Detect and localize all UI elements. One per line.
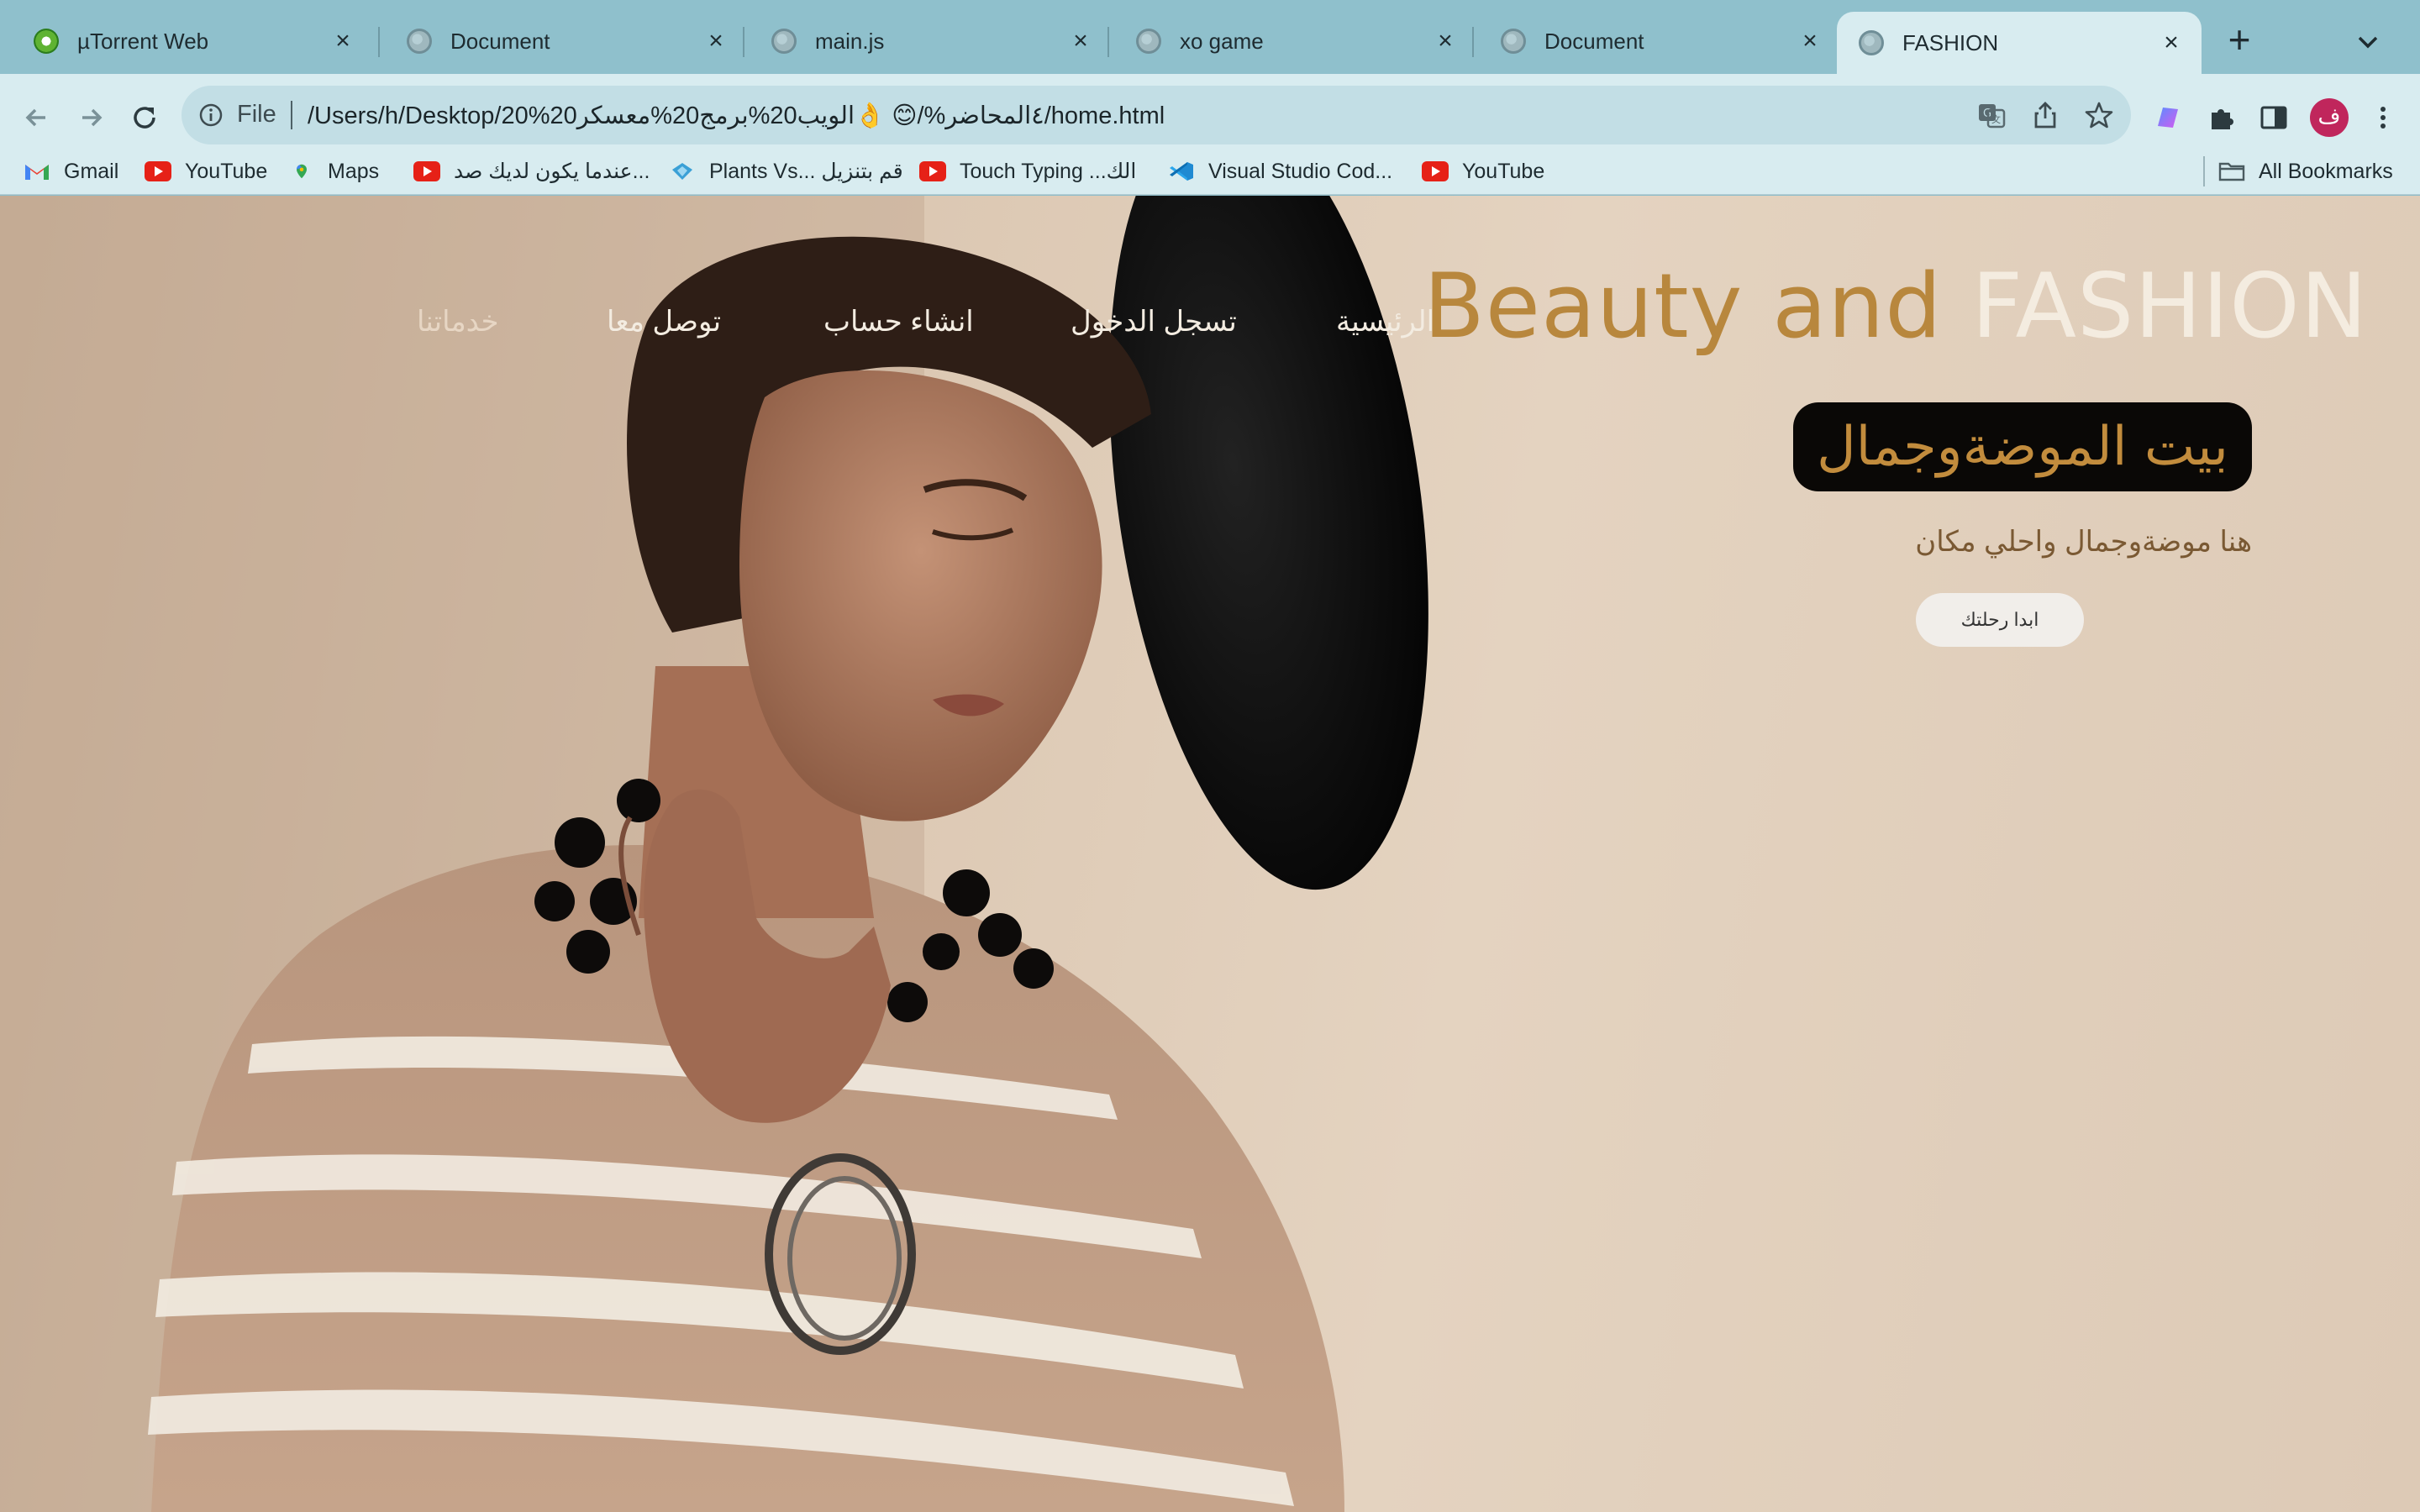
tab-utorrent[interactable]: µTorrent Web ×: [12, 13, 373, 69]
extensions-puzzle-icon[interactable]: [2196, 92, 2247, 143]
site-title-secondary: FASHION: [1971, 255, 2368, 358]
reload-button[interactable]: [121, 94, 168, 141]
profile-button[interactable]: ف: [2304, 92, 2354, 143]
tab-title: FASHION: [1902, 29, 1999, 55]
url-divider: [291, 101, 292, 129]
tab-separator: [743, 27, 744, 57]
bookmark-label: YouTube: [1462, 159, 1545, 183]
bookmark-label: Plants Vs... قم بتنزيل: [709, 160, 903, 183]
globe-icon: [1136, 29, 1161, 54]
tab-strip: µTorrent Web × Document × main.js × xo g…: [0, 0, 2420, 74]
bookmark-label: Touch Typing ...الك: [960, 160, 1137, 183]
gmail-icon: [25, 165, 49, 180]
close-icon[interactable]: ×: [2158, 29, 2185, 56]
avatar: ف: [2310, 98, 2349, 137]
side-panel-icon[interactable]: [2249, 92, 2299, 143]
close-icon[interactable]: ×: [1432, 28, 1459, 55]
bookmark-youtube-2[interactable]: YouTube: [1422, 148, 1544, 195]
youtube-icon: [413, 161, 440, 181]
tab-document-1[interactable]: Document ×: [385, 13, 746, 69]
nav-services[interactable]: خدماتنا: [417, 305, 499, 347]
close-icon[interactable]: ×: [702, 28, 729, 55]
folder-icon: [2218, 162, 2245, 181]
tab-separator: [1107, 27, 1109, 57]
forward-arrow-icon: [82, 108, 103, 127]
tab-separator: [1472, 27, 1474, 57]
web-page: Beauty and FASHION الرئيسية تسجل الدخول …: [0, 196, 2420, 1512]
reload-icon: [134, 107, 155, 129]
bookmark-label: Visual Studio Cod...: [1208, 159, 1393, 183]
plants-icon: [672, 163, 692, 180]
utorrent-icon: [34, 29, 59, 54]
share-icon[interactable]: [2030, 100, 2060, 130]
info-icon[interactable]: [198, 102, 224, 128]
close-icon[interactable]: ×: [1067, 28, 1094, 55]
bookmark-plants-vs[interactable]: Plants Vs... قم بتنزيل: [669, 148, 903, 195]
bookmarks-divider: [2203, 156, 2205, 186]
youtube-icon: [145, 161, 171, 181]
tab-title: µTorrent Web: [77, 28, 209, 54]
bookmark-star-icon[interactable]: [2084, 100, 2114, 130]
bookmark-gmail[interactable]: Gmail: [24, 148, 118, 195]
tab-title: Document: [1544, 28, 1644, 54]
all-bookmarks-button[interactable]: All Bookmarks: [2218, 148, 2393, 195]
new-tab-button[interactable]: +: [2218, 18, 2260, 60]
bookmarks-bar: Gmail YouTube Maps عندما يكون لديك صد...…: [0, 148, 2420, 195]
tab-separator: [378, 27, 380, 57]
nav-home[interactable]: الرئيسية: [1336, 305, 1434, 347]
close-icon[interactable]: ×: [329, 28, 356, 55]
address-bar[interactable]: File /Users/h/Desktop/20%20٤المحاضر%/😊 👌…: [182, 86, 2131, 144]
back-button[interactable]: [13, 94, 60, 141]
svg-text:文: 文: [1991, 113, 2001, 125]
nav-register[interactable]: انشاء حساب: [823, 305, 974, 347]
tab-title: Document: [450, 28, 550, 54]
close-icon[interactable]: ×: [1797, 28, 1823, 55]
site-logo-title[interactable]: Beauty and FASHION: [1423, 255, 2368, 358]
url-scheme: File: [237, 101, 276, 128]
bookmark-label: Gmail: [64, 159, 119, 183]
youtube-icon: [1422, 161, 1449, 181]
start-journey-button[interactable]: ابدا رحلتك: [1916, 593, 2084, 647]
tab-main-js[interactable]: main.js ×: [750, 13, 1111, 69]
maps-icon: [297, 164, 307, 179]
url-text[interactable]: /Users/h/Desktop/20%20٤المحاضر%/😊 👌الويب…: [308, 101, 1165, 130]
bookmark-label: All Bookmarks: [2259, 159, 2393, 183]
bookmark-touch-typing[interactable]: Touch Typing ...الك: [919, 148, 1136, 195]
globe-icon: [1501, 29, 1526, 54]
bookmark-label: عندما يكون لديك صد...: [454, 160, 650, 183]
vscode-icon: [1170, 162, 1193, 181]
hero-heading: بيت الموضةوجمال: [1793, 402, 2252, 491]
nav-contact[interactable]: توصل معا: [607, 305, 721, 347]
youtube-icon: [919, 161, 946, 181]
hero-subtitle: هنا موضةوجمال واحلي مكان: [1915, 526, 2252, 558]
tab-fashion-active[interactable]: FASHION ×: [1837, 12, 2202, 74]
bookmark-label: YouTube: [185, 159, 268, 183]
tab-xo-game[interactable]: xo game ×: [1114, 13, 1476, 69]
globe-icon: [407, 29, 432, 54]
tab-title: main.js: [815, 28, 885, 54]
tab-search-chevron-icon[interactable]: [2349, 24, 2386, 60]
globe-icon: [771, 29, 797, 54]
bookmark-youtube-arabic[interactable]: عندما يكون لديك صد...: [413, 148, 650, 195]
fashion-model-photo: [0, 196, 1428, 1512]
bookmark-label: Maps: [328, 159, 380, 183]
globe-icon: [1859, 30, 1884, 55]
tab-title: xo game: [1180, 28, 1264, 54]
bookmark-youtube-1[interactable]: YouTube: [145, 148, 267, 195]
menu-kebab-icon[interactable]: [2358, 92, 2408, 143]
nav-login[interactable]: تسجل الدخول: [1071, 305, 1237, 347]
translate-icon[interactable]: G文: [1976, 100, 2007, 130]
forward-button[interactable]: [67, 94, 114, 141]
ai-extension-icon[interactable]: [2143, 92, 2193, 143]
bookmark-maps[interactable]: Maps: [294, 148, 379, 195]
back-arrow-icon: [25, 108, 45, 127]
site-title-primary: Beauty and: [1423, 255, 1943, 358]
tab-document-2[interactable]: Document ×: [1479, 13, 1840, 69]
bookmark-vscode[interactable]: Visual Studio Cod...: [1168, 148, 1392, 195]
